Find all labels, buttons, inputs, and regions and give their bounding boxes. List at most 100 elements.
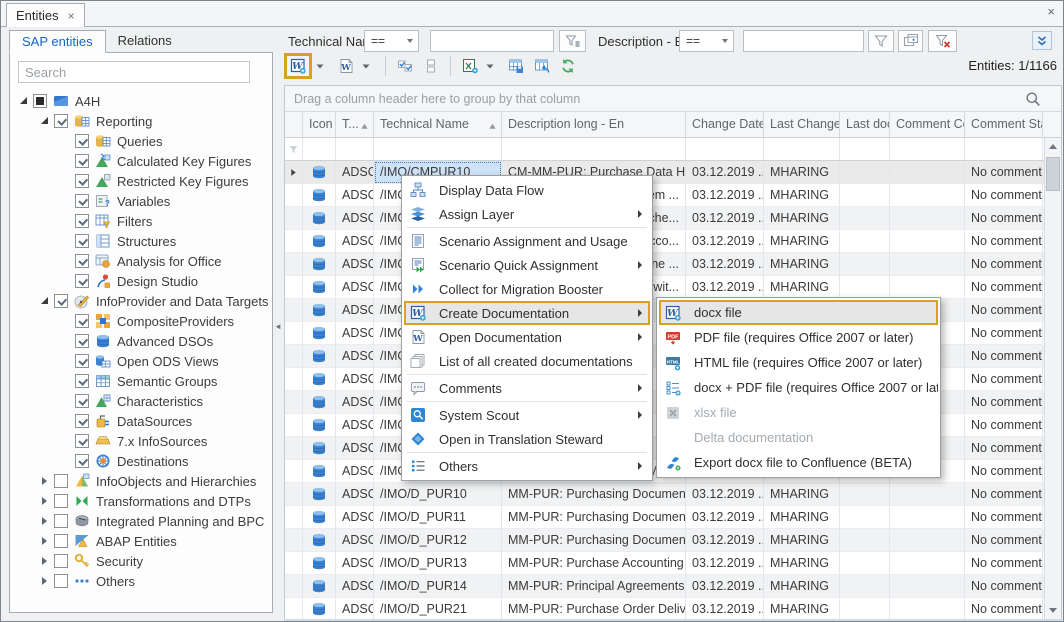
cell-entity-icon[interactable]: [303, 575, 336, 598]
filter-cell[interactable]: [502, 138, 686, 160]
cell-entity-icon[interactable]: [303, 322, 336, 345]
filter-cell[interactable]: [336, 138, 374, 160]
cell-last-doc[interactable]: [840, 184, 890, 207]
cell-change-date[interactable]: 03.12.2019 ...: [686, 253, 764, 276]
menu-item-scenario-quick-assignment[interactable]: Scenario Quick Assignment: [404, 253, 650, 277]
cell-type[interactable]: ADSO: [336, 414, 374, 437]
tree-item-analysis-for-office[interactable]: Analysis for Office: [10, 251, 272, 271]
tree-item-others[interactable]: Others: [10, 571, 272, 591]
tree-checkbox[interactable]: [75, 214, 89, 228]
tree-expander-icon[interactable]: [39, 495, 51, 507]
tree-checkbox[interactable]: [75, 314, 89, 328]
search-icon[interactable]: [1025, 91, 1041, 110]
tree-checkbox[interactable]: [75, 254, 89, 268]
menu-item-scenario-assignment-and-usage[interactable]: Scenario Assignment and Usage: [404, 229, 650, 253]
cell-last-doc[interactable]: [840, 552, 890, 575]
menu-item-export-docx-file-to-confluence-beta-[interactable]: Export docx file to Confluence (BETA): [659, 450, 938, 475]
cell-comment-count[interactable]: [890, 253, 965, 276]
cell-change-date[interactable]: 03.12.2019 ...: [686, 506, 764, 529]
cell-last-doc[interactable]: [840, 276, 890, 299]
cell-comment-status[interactable]: No comment: [965, 529, 1043, 552]
technical-name-operator-select[interactable]: ==: [364, 30, 419, 52]
cell-comment-status[interactable]: No comment: [965, 345, 1043, 368]
menu-item-open-documentation[interactable]: WOpen Documentation: [404, 325, 650, 349]
tree-expander-icon[interactable]: [39, 515, 51, 527]
cell-comment-status[interactable]: No comment: [965, 575, 1043, 598]
column-header-last-change-[interactable]: Last Change...: [764, 112, 840, 137]
menu-item-create-documentation[interactable]: WCreate Documentation: [404, 301, 650, 325]
cell-comment-count[interactable]: [890, 575, 965, 598]
cell-change-date[interactable]: 03.12.2019 ...: [686, 575, 764, 598]
cell-last-doc[interactable]: [840, 253, 890, 276]
filter-row-funnel-icon[interactable]: [285, 138, 303, 160]
cell-entity-icon[interactable]: [303, 345, 336, 368]
tree-checkbox[interactable]: [54, 474, 68, 488]
tree-checkbox[interactable]: [33, 94, 47, 108]
cell-comment-count[interactable]: [890, 184, 965, 207]
tree-checkbox[interactable]: [75, 354, 89, 368]
tree-expander-icon[interactable]: [18, 95, 30, 107]
cell-entity-icon[interactable]: [303, 161, 336, 184]
select-all-button[interactable]: [392, 53, 418, 79]
cell-last-doc[interactable]: [840, 529, 890, 552]
tree-item-destinations[interactable]: Destinations: [10, 451, 272, 471]
cell-comment-status[interactable]: No comment: [965, 460, 1043, 483]
cell-comment-count[interactable]: [890, 207, 965, 230]
cell-change-date[interactable]: 03.12.2019 ...: [686, 161, 764, 184]
cell-description[interactable]: MM-PUR: Purchasing Document H...: [502, 483, 686, 506]
tree-item-design-studio[interactable]: Design Studio: [10, 271, 272, 291]
cell-type[interactable]: ADSO: [336, 322, 374, 345]
cell-comment-count[interactable]: [890, 230, 965, 253]
cell-last-doc[interactable]: [840, 207, 890, 230]
cell-description[interactable]: MM-PUR: Principal Agreements: [502, 575, 686, 598]
tree-item-security[interactable]: Security: [10, 551, 272, 571]
tree-checkbox[interactable]: [75, 334, 89, 348]
cell-type[interactable]: ADSO: [336, 483, 374, 506]
menu-item-system-scout[interactable]: System Scout: [404, 403, 650, 427]
cell-last-changed-by[interactable]: MHARING: [764, 184, 840, 207]
tree-item-transformations-and-dtps[interactable]: Transformations and DTPs: [10, 491, 272, 511]
cell-change-date[interactable]: 03.12.2019 ...: [686, 207, 764, 230]
cell-type[interactable]: ADSO: [336, 276, 374, 299]
filter-cell[interactable]: [303, 138, 336, 160]
tree-item-compositeproviders[interactable]: CompositeProviders: [10, 311, 272, 331]
cell-comment-status[interactable]: No comment: [965, 552, 1043, 575]
column-header-comment-co-[interactable]: Comment Co...: [890, 112, 965, 137]
cell-last-changed-by[interactable]: MHARING: [764, 506, 840, 529]
tree-checkbox[interactable]: [75, 394, 89, 408]
cell-comment-count[interactable]: [890, 552, 965, 575]
cell-technical-name[interactable]: /IMO/D_PUR12: [374, 529, 502, 552]
cell-change-date[interactable]: 03.12.2019 ...: [686, 483, 764, 506]
table-row[interactable]: ADSO/IMO/D_PUR10MM-PUR: Purchasing Docum…: [285, 483, 1061, 506]
refresh-button[interactable]: [555, 53, 581, 79]
cell-type[interactable]: ADSO: [336, 299, 374, 322]
cell-comment-status[interactable]: No comment: [965, 483, 1043, 506]
cell-entity-icon[interactable]: [303, 506, 336, 529]
cell-type[interactable]: ADSO: [336, 184, 374, 207]
cell-entity-icon[interactable]: [303, 299, 336, 322]
search-input[interactable]: [18, 61, 250, 83]
cell-type[interactable]: ADSO: [336, 598, 374, 620]
table-row[interactable]: ADSO/IMO/D_PUR14MM-PUR: Principal Agreem…: [285, 575, 1061, 598]
cell-change-date[interactable]: 03.12.2019 ...: [686, 598, 764, 620]
cell-type[interactable]: ADSO: [336, 207, 374, 230]
cell-comment-status[interactable]: No comment: [965, 276, 1043, 299]
table-row[interactable]: ADSO/IMO/D_PUR11MM-PUR: Purchasing Docum…: [285, 506, 1061, 529]
tree-checkbox[interactable]: [75, 194, 89, 208]
tab-relations[interactable]: Relations: [106, 30, 184, 52]
tree-item-calculated-key-figures[interactable]: Calculated Key Figures: [10, 151, 272, 171]
cell-comment-status[interactable]: No comment: [965, 299, 1043, 322]
tree-checkbox[interactable]: [54, 554, 68, 568]
create-docx-button[interactable]: W: [284, 53, 312, 79]
menu-item-open-in-translation-steward[interactable]: Open in Translation Steward: [404, 427, 650, 451]
column-header-change-date[interactable]: Change Date: [686, 112, 764, 137]
cell-comment-status[interactable]: No comment: [965, 368, 1043, 391]
cell-last-changed-by[interactable]: MHARING: [764, 598, 840, 620]
column-header-comment-sta-[interactable]: Comment Sta...: [965, 112, 1043, 137]
cell-comment-status[interactable]: No comment: [965, 391, 1043, 414]
cell-entity-icon[interactable]: [303, 368, 336, 391]
cell-last-doc[interactable]: [840, 506, 890, 529]
cell-last-changed-by[interactable]: MHARING: [764, 161, 840, 184]
tree-item-infoprovider-and-data-targets[interactable]: InfoProvider and Data Targets: [10, 291, 272, 311]
vertical-scrollbar[interactable]: [1044, 138, 1061, 619]
